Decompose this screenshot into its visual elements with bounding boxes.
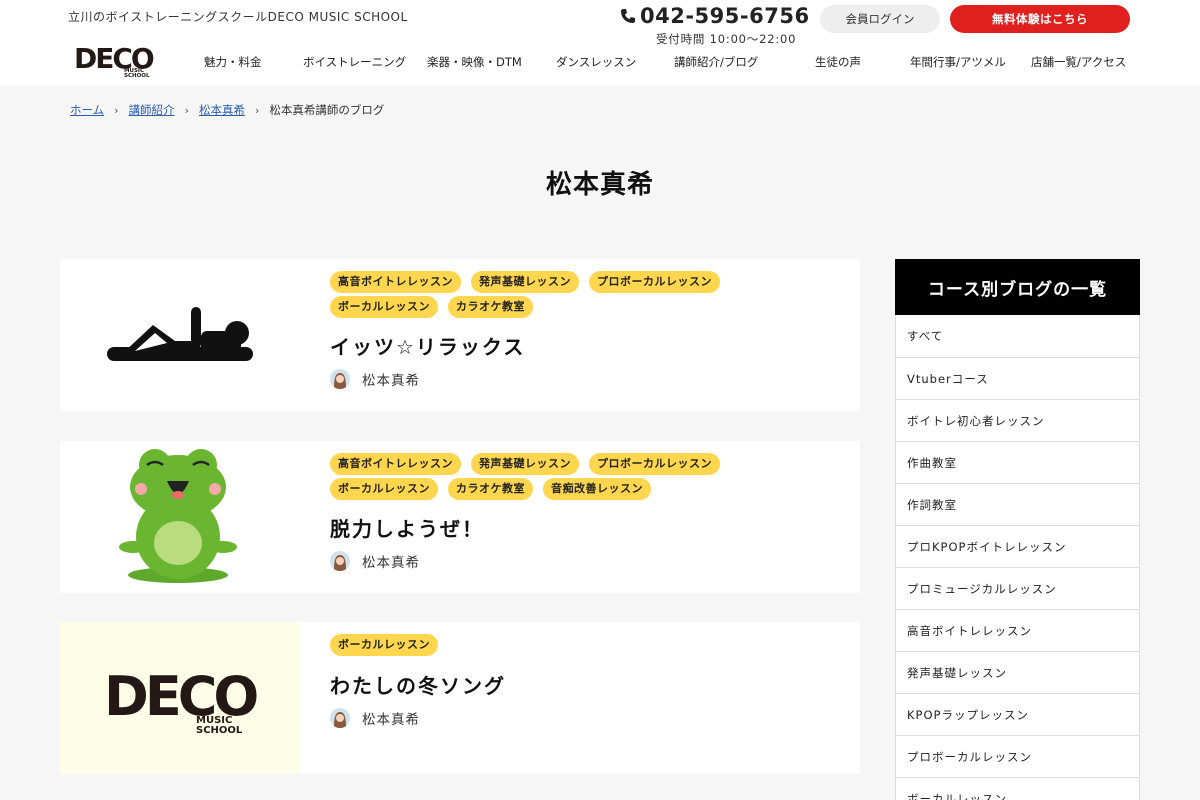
sidebar-item-pro-vocal[interactable]: プロボーカルレッスン [896, 735, 1139, 777]
tag[interactable]: 発声基礎レッスン [471, 271, 579, 293]
post-title[interactable]: イッツ☆リラックス [330, 331, 525, 360]
post-author: 松本真希 [330, 708, 420, 728]
post-tags: ボーカルレッスン [330, 634, 800, 656]
avatar [330, 369, 350, 389]
avatar [330, 708, 350, 728]
breadcrumb-separator: › [254, 103, 260, 117]
page-title: 松本真希 [545, 170, 654, 200]
post-thumbnail [60, 441, 300, 593]
tag[interactable]: 音痴改善レッスン [543, 478, 651, 500]
post-author: 松本真希 [330, 551, 420, 571]
breadcrumb-current: 松本真希講師のブログ [269, 103, 385, 117]
nav-item-dance-lesson[interactable]: ダンスレッスン [556, 54, 636, 70]
deco-logo[interactable]: DECO MUSIC SCHOOL [74, 42, 156, 78]
sidebar-course-list: すべて Vtuberコース ボイトレ初心者レッスン 作曲教室 作詞教室 プロKP… [895, 315, 1140, 800]
tag[interactable]: ボーカルレッスン [330, 634, 438, 656]
nav-item-teachers-blog[interactable]: 講師紹介/ブログ [674, 54, 758, 70]
nav-item-voice-training[interactable]: ボイストレーニング [303, 54, 406, 70]
post-thumbnail: DECO MUSIC SCHOOL [60, 622, 300, 774]
phone-icon [621, 9, 635, 23]
sidebar-item-pro-kpop[interactable]: プロKPOPボイトレレッスン [896, 525, 1139, 567]
member-login-button[interactable]: 会員ログイン [820, 5, 940, 33]
breadcrumb-teacher[interactable]: 松本真希 [199, 102, 245, 118]
post-title[interactable]: 脱力しようぜ！ [330, 513, 484, 542]
business-hours: 受付時間 10:00〜22:00 [656, 32, 797, 46]
nav-item-stores-access[interactable]: 店舗一覧/アクセス [1031, 54, 1126, 70]
tag[interactable]: カラオケ教室 [448, 296, 533, 318]
tag[interactable]: 発声基礎レッスン [471, 453, 579, 475]
site-tagline: 立川のボイストレーニングスクールDECO MUSIC SCHOOL [68, 10, 408, 24]
sidebar-heading: コース別ブログの一覧 [895, 259, 1140, 315]
free-trial-button[interactable]: 無料体験はこちら [950, 5, 1130, 33]
sidebar-item-beginner[interactable]: ボイトレ初心者レッスン [896, 399, 1139, 441]
sidebar-item-vocal-basics[interactable]: 発声基礎レッスン [896, 651, 1139, 693]
tag[interactable]: 高音ボイトレレッスン [330, 453, 461, 475]
frog-illustration [119, 449, 237, 583]
sidebar-item-pro-musical[interactable]: プロミュージカルレッスン [896, 567, 1139, 609]
post-author-name: 松本真希 [362, 555, 420, 571]
tag[interactable]: プロボーカルレッスン [589, 453, 720, 475]
sidebar-item-vocal[interactable]: ボーカルレッスン [896, 777, 1139, 800]
breadcrumb-separator: › [184, 103, 189, 117]
post-tags: 高音ボイトレレッスン 発声基礎レッスン プロボーカルレッスン ボーカルレッスン … [330, 271, 800, 318]
tag[interactable]: 高音ボイトレレッスン [330, 271, 461, 293]
post-tags: 高音ボイトレレッスン 発声基礎レッスン プロボーカルレッスン ボーカルレッスン … [330, 453, 800, 500]
avatar [330, 551, 350, 571]
sidebar-item-high-voice[interactable]: 高音ボイトレレッスン [896, 609, 1139, 651]
tag[interactable]: プロボーカルレッスン [589, 271, 720, 293]
svg-text:SCHOOL: SCHOOL [196, 725, 243, 733]
sidebar-item-composition[interactable]: 作曲教室 [896, 441, 1139, 483]
nav-item-annual-events[interactable]: 年間行事/アツメル [910, 54, 1006, 70]
blog-post-card[interactable]: DECO MUSIC SCHOOL ボーカルレッスン わたしの冬ソング 松本真希 [60, 622, 860, 774]
sidebar-item-lyrics[interactable]: 作詞教室 [896, 483, 1139, 525]
deco-logo: DECO MUSIC SCHOOL [104, 665, 260, 733]
sidebar-item-kpop-rap[interactable]: KPOPラップレッスン [896, 693, 1139, 735]
svg-text:DECO: DECO [104, 665, 257, 728]
svg-text:SCHOOL: SCHOOL [124, 73, 150, 78]
phone-number-text: 042-595-6756 [640, 4, 810, 28]
post-thumbnail [60, 259, 300, 411]
breadcrumb-separator: › [114, 103, 119, 117]
sidebar-item-vtuber[interactable]: Vtuberコース [896, 357, 1139, 399]
breadcrumb-teachers[interactable]: 講師紹介 [129, 102, 175, 118]
post-author-name: 松本真希 [362, 373, 420, 389]
nav-item-features-pricing[interactable]: 魅力・料金 [204, 54, 262, 70]
breadcrumb: ホーム › 講師紹介 › 松本真希 › 松本真希講師のブログ [70, 102, 384, 118]
phone-number[interactable]: 042-595-6756 [620, 4, 810, 28]
post-title[interactable]: わたしの冬ソング [330, 670, 506, 699]
relaxing-person-illustration [107, 307, 253, 361]
breadcrumb-home[interactable]: ホーム [70, 102, 104, 118]
post-author: 松本真希 [330, 369, 420, 389]
tag[interactable]: カラオケ教室 [448, 478, 533, 500]
tag[interactable]: ボーカルレッスン [330, 296, 438, 318]
blog-post-card[interactable]: 高音ボイトレレッスン 発声基礎レッスン プロボーカルレッスン ボーカルレッスン … [60, 259, 860, 411]
nav-item-student-voices[interactable]: 生徒の声 [815, 54, 861, 70]
tag[interactable]: ボーカルレッスン [330, 478, 438, 500]
sidebar-item-all[interactable]: すべて [896, 315, 1139, 357]
site-header: 立川のボイストレーニングスクールDECO MUSIC SCHOOL DECO M… [0, 0, 1200, 86]
nav-item-instrument-video-dtm[interactable]: 楽器・映像・DTM [427, 54, 522, 70]
post-author-name: 松本真希 [362, 712, 420, 728]
blog-post-card[interactable]: 高音ボイトレレッスン 発声基礎レッスン プロボーカルレッスン ボーカルレッスン … [60, 441, 860, 593]
